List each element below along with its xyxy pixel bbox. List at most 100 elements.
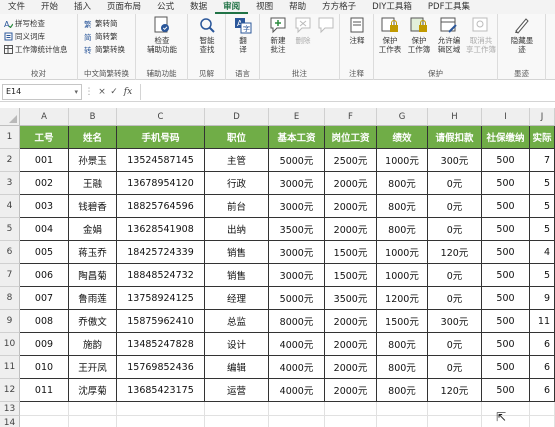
table-header-cell[interactable]: 请假扣款 (428, 126, 482, 149)
table-cell[interactable]: 800元 (377, 195, 428, 218)
menu-tab-5[interactable]: 数据 (182, 0, 215, 14)
table-cell[interactable]: 500 (482, 195, 530, 218)
enter-icon[interactable]: ✓ (108, 87, 120, 97)
column-header-A[interactable]: A (20, 108, 69, 126)
empty-cell[interactable] (20, 416, 69, 427)
trad-to-simp-button[interactable]: 繁 繁转简 (84, 18, 118, 29)
table-cell[interactable]: 1000元 (377, 241, 428, 264)
table-cell[interactable]: 出纳 (205, 218, 269, 241)
name-box[interactable]: E14 ▾ (2, 83, 82, 100)
table-cell[interactable]: 编辑 (205, 356, 269, 379)
column-header-F[interactable]: F (325, 108, 377, 126)
table-cell[interactable]: 9 (530, 287, 555, 310)
empty-cell[interactable] (205, 416, 269, 427)
table-cell[interactable]: 5 (530, 172, 555, 195)
column-header-D[interactable]: D (205, 108, 269, 126)
menu-tab-0[interactable]: 文件 (0, 0, 33, 14)
allow-edit-ranges-button[interactable]: 允许编 辑区域 (434, 16, 464, 54)
table-cell[interactable]: 7 (530, 149, 555, 172)
menu-tab-4[interactable]: 公式 (149, 0, 182, 14)
table-cell[interactable]: 006 (20, 264, 69, 287)
table-header-cell[interactable]: 岗位工资 (325, 126, 377, 149)
table-cell[interactable]: 2000元 (325, 333, 377, 356)
table-cell[interactable]: 鲁雨莲 (69, 287, 117, 310)
menu-tab-9[interactable]: 方方格子 (314, 0, 364, 14)
table-cell[interactable]: 500 (482, 310, 530, 333)
empty-cell[interactable] (428, 416, 482, 427)
table-cell[interactable]: 6 (530, 379, 555, 402)
table-cell[interactable]: 孙景玉 (69, 149, 117, 172)
table-cell[interactable]: 蒋玉乔 (69, 241, 117, 264)
thesaurus-button[interactable]: 同义词库 (4, 31, 45, 42)
table-cell[interactable]: 0元 (428, 287, 482, 310)
column-header-B[interactable]: B (69, 108, 117, 126)
table-cell[interactable]: 004 (20, 218, 69, 241)
column-header-E[interactable]: E (269, 108, 325, 126)
column-header-J[interactable]: J (530, 108, 555, 126)
table-cell[interactable]: 001 (20, 149, 69, 172)
table-cell[interactable]: 2000元 (325, 195, 377, 218)
table-cell[interactable]: 销售 (205, 264, 269, 287)
table-cell[interactable]: 300元 (428, 149, 482, 172)
table-cell[interactable]: 4000元 (269, 333, 325, 356)
table-cell[interactable]: 0元 (428, 172, 482, 195)
table-cell[interactable]: 500 (482, 241, 530, 264)
smart-lookup-button[interactable]: 智能 查找 (192, 16, 222, 54)
table-cell[interactable]: 18425724339 (117, 241, 205, 264)
table-header-cell[interactable]: 手机号码 (117, 126, 205, 149)
table-cell[interactable]: 800元 (377, 218, 428, 241)
table-cell[interactable]: 3000元 (269, 172, 325, 195)
table-cell[interactable]: 500 (482, 379, 530, 402)
protect-sheet-button[interactable]: 保护 工作表 (376, 16, 404, 54)
table-cell[interactable]: 13524587145 (117, 149, 205, 172)
table-cell[interactable]: 500 (482, 218, 530, 241)
table-cell[interactable]: 13678954120 (117, 172, 205, 195)
empty-cell[interactable] (117, 416, 205, 427)
table-cell[interactable]: 5 (530, 218, 555, 241)
table-cell[interactable]: 003 (20, 195, 69, 218)
row-header-4[interactable]: 4 (0, 195, 20, 218)
table-cell[interactable]: 5000元 (269, 287, 325, 310)
table-cell[interactable]: 1500元 (377, 310, 428, 333)
prev-comment-button[interactable] (316, 16, 336, 36)
table-cell[interactable]: 13685423175 (117, 379, 205, 402)
table-cell[interactable]: 2000元 (325, 379, 377, 402)
table-cell[interactable]: 3500元 (269, 218, 325, 241)
table-cell[interactable]: 总监 (205, 310, 269, 333)
row-header-3[interactable]: 3 (0, 172, 20, 195)
menu-tab-7[interactable]: 视图 (248, 0, 281, 14)
table-cell[interactable]: 5000元 (269, 149, 325, 172)
formula-input[interactable] (140, 83, 555, 100)
empty-cell[interactable] (428, 402, 482, 416)
empty-cell[interactable] (377, 402, 428, 416)
column-header-I[interactable]: I (482, 108, 530, 126)
row-header-14[interactable]: 14 (0, 416, 20, 427)
simp-to-trad-button[interactable]: 简 简转繁 (84, 31, 118, 42)
table-header-cell[interactable]: 社保缴纳 (482, 126, 530, 149)
table-cell[interactable]: 2000元 (325, 172, 377, 195)
table-cell[interactable]: 500 (482, 264, 530, 287)
table-cell[interactable]: 13485247828 (117, 333, 205, 356)
select-all-button[interactable] (0, 108, 20, 126)
table-cell[interactable]: 4 (530, 241, 555, 264)
row-header-13[interactable]: 13 (0, 402, 20, 416)
empty-cell[interactable] (269, 402, 325, 416)
table-cell[interactable]: 施韵 (69, 333, 117, 356)
empty-cell[interactable] (530, 402, 555, 416)
table-cell[interactable]: 金娟 (69, 218, 117, 241)
table-cell[interactable]: 500 (482, 287, 530, 310)
insert-function-icon[interactable]: fx (120, 87, 136, 97)
table-cell[interactable]: 设计 (205, 333, 269, 356)
table-cell[interactable]: 4000元 (269, 379, 325, 402)
table-cell[interactable]: 800元 (377, 333, 428, 356)
table-header-cell[interactable]: 实际 (530, 126, 555, 149)
table-cell[interactable]: 18848524732 (117, 264, 205, 287)
empty-cell[interactable] (325, 402, 377, 416)
row-header-11[interactable]: 11 (0, 356, 20, 379)
table-cell[interactable]: 沈厚菊 (69, 379, 117, 402)
table-cell[interactable]: 1000元 (377, 264, 428, 287)
column-header-H[interactable]: H (428, 108, 482, 126)
row-header-9[interactable]: 9 (0, 310, 20, 333)
table-cell[interactable]: 经理 (205, 287, 269, 310)
table-cell[interactable]: 0元 (428, 218, 482, 241)
